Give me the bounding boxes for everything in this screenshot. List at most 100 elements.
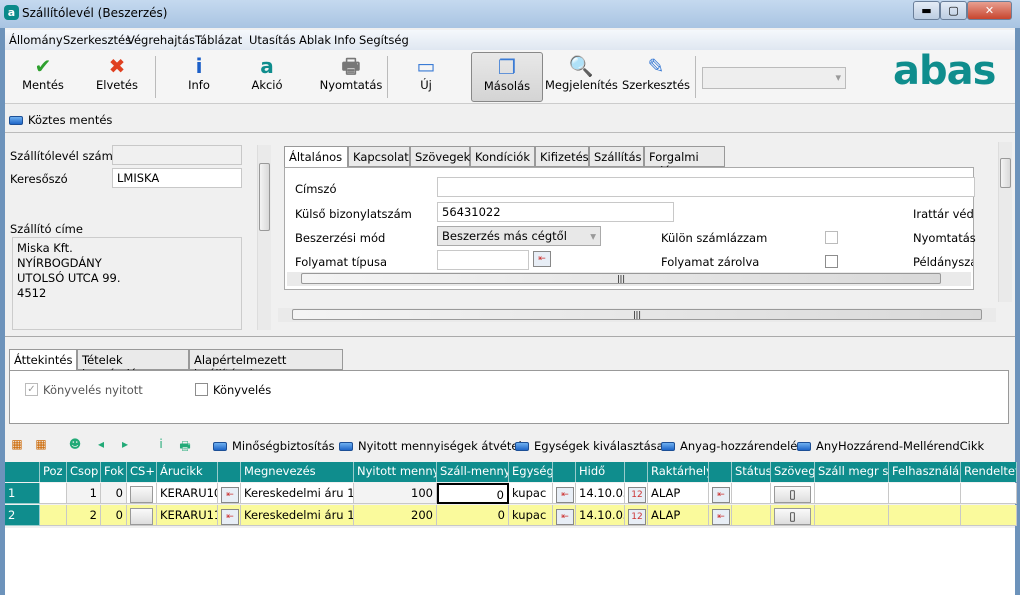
lookup-icon[interactable]: ⇤ [218, 505, 241, 526]
column-header[interactable]: Rendeltet [961, 462, 1017, 482]
lookup-icon[interactable]: ⇤ [218, 483, 241, 504]
column-header[interactable]: Poz [40, 462, 67, 482]
proc-type-field[interactable] [437, 250, 529, 270]
grid-cell-unit: kupac [509, 483, 553, 504]
separate-invoice-checkbox[interactable] [825, 231, 838, 244]
tab-3[interactable]: Kondíciók [470, 146, 535, 167]
lookup-icon[interactable]: ⇤ [709, 505, 732, 526]
left-scrollbar[interactable] [257, 145, 271, 330]
proc-mode-select[interactable]: Beszerzés más cégtől ▾ [437, 226, 601, 246]
column-header[interactable]: Csop [67, 462, 101, 482]
tab-6[interactable]: Forgalmi adó [644, 146, 725, 178]
menu-4[interactable]: Utasítás [249, 33, 296, 47]
tab-0[interactable]: Általános [284, 146, 348, 168]
menu-3[interactable]: Táblázat [195, 33, 242, 47]
column-header[interactable]: Megnevezés [241, 462, 354, 482]
delivery-no-field[interactable] [112, 145, 242, 165]
grid-action-2[interactable]: Egységek kiválasztása [515, 439, 664, 453]
column-header[interactable]: Felhasználás [889, 462, 961, 482]
search-field[interactable]: LMISKA [112, 168, 242, 188]
grid-cell-qty[interactable]: 0 [437, 483, 509, 504]
menu-0[interactable]: Állomány [9, 33, 63, 47]
lookup-icon[interactable]: ⇤ [709, 483, 732, 504]
inner-hscrollbar[interactable]: ||| [287, 272, 971, 286]
column-header[interactable]: Hidő [576, 462, 625, 482]
grid-action-1[interactable]: Nyitott mennyiségek átvétele [339, 439, 529, 453]
grid-action-3[interactable]: Anyag-hozzárendelés [661, 439, 803, 453]
column-header[interactable] [709, 462, 732, 482]
toolbar-check-button[interactable]: ✔ Mentés [9, 52, 77, 102]
column-header[interactable] [553, 462, 576, 482]
calendar-icon[interactable]: 12 [625, 483, 648, 504]
intermediate-save-button[interactable]: Köztes mentés [9, 113, 112, 127]
close-button[interactable]: ✕ [967, 1, 1012, 20]
toolbar-printer-button[interactable]: 🖶 Nyomtatás [312, 52, 390, 102]
table-row[interactable]: 2 2 0 KERARU11 ⇤ Kereskedelmi áru 11 200 0 kupac… [5, 505, 1017, 527]
table-row[interactable]: 1 1 0 KERARU10 ⇤ Kereskedelmi áru 10 100 0 kupac… [5, 483, 1017, 505]
tab-2[interactable]: Szövegek [410, 146, 470, 167]
calendar-icon[interactable]: 12 [625, 505, 648, 526]
column-header[interactable] [5, 462, 40, 482]
column-header[interactable]: CS+ [127, 462, 157, 482]
text-button[interactable]: ▯ [771, 483, 815, 504]
grid-action-4[interactable]: AnyHozzárend-MellérendCikk [797, 439, 984, 453]
posting-open-checkbox[interactable]: ✓ [25, 383, 38, 396]
column-header[interactable] [218, 462, 241, 482]
address-field[interactable]: Miska Kft. NYÍRBOGDÁNY UTOLSÓ UTCA 99. 4… [12, 237, 242, 330]
tab-vscrollbar[interactable] [998, 142, 1012, 302]
tab-5[interactable]: Szállítás [589, 146, 644, 167]
maximize-button[interactable]: ▢ [940, 1, 967, 20]
column-header[interactable]: Száll-menny [437, 462, 509, 482]
toolbar-action-button[interactable]: a Akció [233, 52, 301, 102]
tab-1[interactable]: Kapcsolat [348, 146, 410, 167]
ext-doc-field[interactable]: 56431022 [437, 202, 674, 222]
grid-cell-qty[interactable]: 0 [437, 505, 509, 526]
lookup-icon[interactable]: ⇤ [553, 505, 576, 526]
grid-cell-name: Kereskedelmi áru 11 [241, 505, 354, 526]
info-icon[interactable]: i [153, 437, 169, 453]
toolbar-edit-button[interactable]: ✎ Szerkesztés [620, 52, 692, 102]
arrow-left-icon[interactable]: ◂ [93, 437, 109, 453]
grid-action-0[interactable]: Minőségbiztosítás [213, 439, 335, 453]
posting-checkbox[interactable] [195, 383, 208, 396]
tab-4[interactable]: Kifizetés [535, 146, 589, 167]
toolbar-view-button[interactable]: 🔍 Megjelenítés [545, 52, 618, 102]
menu-2[interactable]: Végrehajtás [127, 33, 195, 47]
lower-tab-1[interactable]: Tételek hozzáadása [77, 349, 189, 381]
column-header[interactable]: Egység [509, 462, 553, 482]
tab-hscrollbar[interactable]: ||| [278, 308, 996, 322]
printer-icon[interactable]: 🖶 [177, 437, 193, 453]
toolbar-dropdown[interactable]: ▾ [702, 67, 846, 89]
cimszo-field[interactable] [437, 177, 975, 197]
person-icon[interactable]: ☻ [67, 437, 83, 453]
cs-plus-button[interactable] [127, 505, 157, 526]
add-row-icon[interactable]: ▦ [9, 437, 25, 453]
menu-1[interactable]: Szerkesztés [63, 33, 131, 47]
text-button[interactable]: ▯ [771, 505, 815, 526]
minimize-button[interactable]: ▬ [913, 1, 940, 20]
grid-toolbar: ▦ ▦ ☻ ◂ ▸ i 🖶 Minőségbiztosítás Nyitott mennyisé… [5, 435, 1015, 457]
column-header[interactable]: Szöveg [771, 462, 815, 482]
menu-6[interactable]: Info [334, 33, 356, 47]
toolbar-copy-button[interactable]: ❐ Másolás [471, 52, 543, 102]
column-header[interactable]: Fok [101, 462, 127, 482]
lower-tab-2[interactable]: Alapértelmezett beállítások [189, 349, 343, 381]
toolbar-cross-button[interactable]: ✖ Elvetés [81, 52, 153, 102]
column-header[interactable]: Száll megr sz [815, 462, 889, 482]
lookup-icon[interactable]: ⇤ [533, 251, 551, 267]
locked-checkbox[interactable] [825, 255, 838, 268]
column-header[interactable]: Árucikk [157, 462, 218, 482]
column-header[interactable]: Státus [732, 462, 771, 482]
column-header[interactable] [625, 462, 648, 482]
menu-5[interactable]: Ablak [299, 33, 331, 47]
lower-tab-0[interactable]: Áttekintés [9, 349, 77, 371]
delete-row-icon[interactable]: ▦ [33, 437, 49, 453]
column-header[interactable]: Raktárhely [648, 462, 709, 482]
menu-7[interactable]: Segítség [359, 33, 409, 47]
toolbar-new-button[interactable]: ▭ Új [392, 52, 460, 102]
arrow-right-icon[interactable]: ▸ [117, 437, 133, 453]
lookup-icon[interactable]: ⇤ [553, 483, 576, 504]
cs-plus-button[interactable] [127, 483, 157, 504]
column-header[interactable]: Nyitott menny [354, 462, 437, 482]
toolbar-info-button[interactable]: i Info [165, 52, 233, 102]
